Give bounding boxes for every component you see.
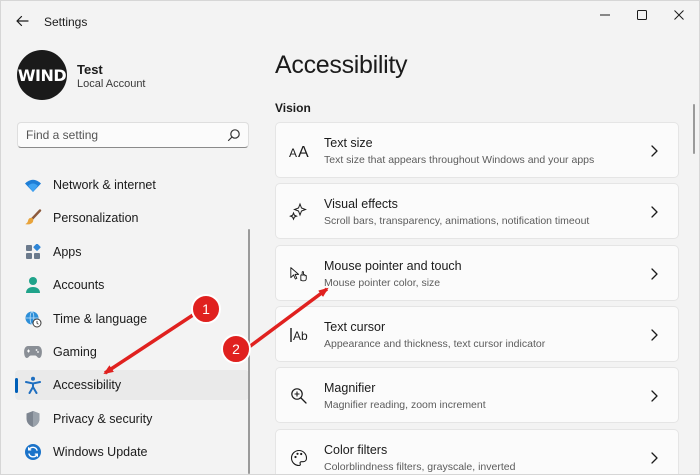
chevron-right-icon bbox=[651, 329, 658, 341]
sidebar-item-label: Gaming bbox=[53, 345, 97, 359]
card-visual-effects[interactable]: Visual effects Scroll bars, transparency… bbox=[275, 183, 679, 239]
chevron-right-icon bbox=[651, 452, 658, 464]
back-button[interactable] bbox=[11, 10, 33, 32]
sidebar-item-personalization[interactable]: Personalization bbox=[15, 203, 249, 233]
text-size-icon: AA bbox=[289, 141, 309, 161]
accessibility-icon bbox=[24, 376, 42, 394]
close-icon bbox=[674, 10, 684, 20]
card-description: Colorblindness filters, grayscale, inver… bbox=[324, 461, 516, 473]
sidebar-item-label: Windows Update bbox=[53, 445, 148, 459]
sidebar-item-label: Privacy & security bbox=[53, 412, 153, 426]
back-arrow-icon bbox=[16, 15, 29, 27]
account-type: Local Account bbox=[77, 78, 146, 90]
card-description: Text size that appears throughout Window… bbox=[324, 154, 595, 166]
person-icon bbox=[24, 276, 42, 294]
sidebar-item-apps[interactable]: Apps bbox=[15, 237, 249, 267]
update-icon bbox=[24, 443, 42, 461]
card-title: Color filters bbox=[324, 443, 388, 457]
card-title: Visual effects bbox=[324, 197, 398, 211]
sidebar-item-label: Accessibility bbox=[53, 378, 122, 392]
page-title: Accessibility bbox=[275, 51, 408, 79]
chevron-right-icon bbox=[651, 206, 658, 218]
window-title: Settings bbox=[44, 15, 88, 29]
sidebar-item-label: Personalization bbox=[53, 211, 139, 225]
chevron-right-icon bbox=[651, 145, 658, 157]
card-magnifier[interactable]: Magnifier Magnifier reading, zoom increm… bbox=[275, 367, 679, 423]
search-input[interactable] bbox=[18, 123, 223, 147]
minimize-icon bbox=[600, 14, 610, 16]
sidebar-item-accounts[interactable]: Accounts bbox=[15, 270, 249, 300]
apps-icon bbox=[24, 243, 42, 261]
brush-icon bbox=[24, 209, 42, 227]
avatar[interactable]: WIND bbox=[17, 50, 67, 100]
magnifier-icon bbox=[289, 386, 309, 406]
close-button[interactable] bbox=[662, 5, 696, 25]
text-cursor-icon: Ab bbox=[289, 325, 309, 345]
sidebar-item-gaming[interactable]: Gaming bbox=[15, 337, 249, 367]
search-icon[interactable] bbox=[227, 128, 241, 142]
minimize-button[interactable] bbox=[588, 5, 622, 25]
card-description: Magnifier reading, zoom increment bbox=[324, 399, 486, 411]
sidebar-item-windows-update[interactable]: Windows Update bbox=[15, 437, 249, 467]
search-box[interactable] bbox=[17, 122, 249, 148]
card-color-filters[interactable]: Color filters Colorblindness filters, gr… bbox=[275, 429, 679, 474]
shield-icon bbox=[24, 410, 42, 428]
card-title: Text cursor bbox=[324, 320, 386, 334]
chevron-right-icon bbox=[651, 268, 658, 280]
wifi-icon bbox=[24, 176, 42, 194]
card-description: Mouse pointer color, size bbox=[324, 277, 441, 289]
maximize-icon bbox=[637, 10, 647, 20]
sidebar-scrollbar[interactable] bbox=[248, 229, 250, 474]
sidebar-item-accessibility[interactable]: Accessibility bbox=[15, 370, 249, 400]
title-bar: Settings bbox=[1, 1, 699, 41]
sidebar-item-label: Network & internet bbox=[53, 178, 156, 192]
main-scrollbar[interactable] bbox=[693, 104, 695, 154]
gamepad-icon bbox=[24, 343, 42, 361]
selection-indicator bbox=[15, 378, 18, 393]
card-title: Mouse pointer and touch bbox=[324, 259, 462, 273]
sidebar-item-label: Apps bbox=[53, 245, 82, 259]
svg-text:A: A bbox=[289, 146, 297, 159]
card-text-size[interactable]: AA Text size Text size that appears thro… bbox=[275, 122, 679, 178]
section-title: Vision bbox=[275, 101, 311, 115]
sidebar-item-label: Time & language bbox=[53, 312, 148, 326]
sparkle-icon bbox=[289, 202, 309, 222]
globe-clock-icon bbox=[24, 310, 42, 328]
card-title: Magnifier bbox=[324, 381, 376, 395]
user-name: Test bbox=[77, 62, 103, 77]
svg-text:A: A bbox=[298, 144, 309, 159]
sidebar-item-privacy[interactable]: Privacy & security bbox=[15, 404, 249, 434]
sidebar-item-label: Accounts bbox=[53, 278, 105, 292]
card-description: Scroll bars, transparency, animations, n… bbox=[324, 215, 590, 227]
avatar-initials: WIND bbox=[17, 65, 67, 85]
sidebar-item-time-language[interactable]: Time & language bbox=[15, 304, 249, 334]
card-description: Appearance and thickness, text cursor in… bbox=[324, 338, 546, 350]
card-mouse-pointer[interactable]: Mouse pointer and touch Mouse pointer co… bbox=[275, 245, 679, 301]
settings-window: Settings WIND Test Local Account Net bbox=[0, 0, 700, 475]
palette-icon bbox=[289, 448, 309, 468]
svg-text:Ab: Ab bbox=[293, 329, 308, 343]
card-text-cursor[interactable]: Ab Text cursor Appearance and thickness,… bbox=[275, 306, 679, 362]
pointer-touch-icon bbox=[289, 264, 309, 284]
sidebar-item-network[interactable]: Network & internet bbox=[15, 170, 249, 200]
card-title: Text size bbox=[324, 136, 373, 150]
maximize-button[interactable] bbox=[625, 5, 659, 25]
chevron-right-icon bbox=[651, 390, 658, 402]
